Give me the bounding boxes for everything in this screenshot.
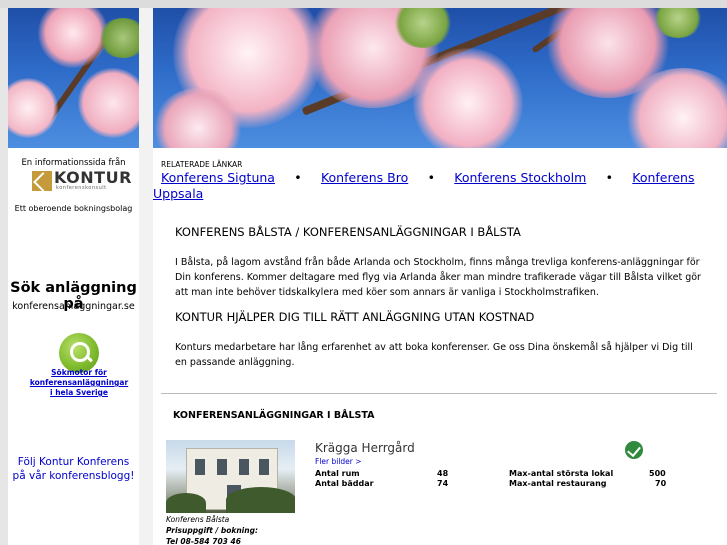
header-photo-left (8, 8, 139, 148)
magnifier-icon[interactable] (59, 333, 99, 373)
beds-label: Antal bäddar (315, 479, 374, 488)
blossom (78, 68, 139, 138)
search-link-line: i hela Sverige (50, 388, 108, 397)
venue-caption: Konferens Bålsta Prisuppgift / bokning: … (166, 514, 306, 545)
blossom (8, 78, 58, 138)
window (259, 459, 269, 475)
sidebar: En informationssida från KONTUR konferen… (8, 148, 139, 545)
bush (166, 493, 206, 513)
related-link-stockholm[interactable]: Konferens Stockholm (454, 170, 586, 185)
leaf (98, 18, 139, 58)
max-room-value: 500 (649, 469, 666, 478)
kontur-logo[interactable]: KONTUR konferenskonsult (32, 168, 132, 193)
bullet: • (427, 170, 435, 185)
help-paragraph: Konturs medarbetare har lång erfarenhet … (175, 342, 693, 368)
related-links-title: RELATERADE LÄNKAR (161, 160, 243, 169)
window (239, 459, 249, 475)
blog-link-line: på vår konferensblogg! (12, 470, 135, 482)
caption-place: Konferens Bålsta (166, 515, 230, 524)
search-engine-link[interactable]: Sökmotor för konferensanläggningar i hel… (24, 368, 134, 398)
info-from-text: En informationssida från (21, 158, 126, 168)
window (217, 459, 227, 475)
blossom (413, 48, 523, 148)
caption-price: Prisuppgift / bokning: (166, 526, 258, 535)
venue-name-link[interactable]: Krägga Herrgård (315, 441, 415, 455)
max-rest-label: Max-antal restaurang (509, 479, 607, 488)
rooms-label: Antal rum (315, 469, 360, 478)
main-content: RELATERADE LÄNKAR Konferens Sigtuna • Konf… (153, 148, 727, 545)
independent-text: Ett oberoende bokningsbolag (14, 204, 133, 213)
related-links: Konferens Sigtuna • Konferens Bro • Konferen… (153, 170, 727, 202)
beds-value: 74 (437, 479, 449, 488)
heading-konferens-balsta: KONFERENS BÅLSTA / KONFERENSANLÄGGNINGAR… (175, 225, 521, 239)
rooms-value: 48 (437, 469, 449, 478)
search-site: konferensanläggningar.se (12, 301, 135, 312)
column-separator (139, 8, 153, 545)
related-link-bro[interactable]: Konferens Bro (321, 170, 408, 185)
logo-subtext: konferenskonsult (56, 185, 107, 191)
bullet: • (605, 170, 613, 185)
max-rest-value: 70 (655, 479, 667, 488)
bush (226, 487, 295, 513)
bullet: • (294, 170, 302, 185)
blog-link-line: Följ Kontur Konferens (17, 456, 130, 468)
caption-phone: Tel 08-584 703 46 (166, 537, 241, 545)
header-photo-right (153, 8, 727, 148)
window (195, 459, 205, 475)
max-room-label: Max-antal största lokal (509, 469, 614, 478)
search-link-line: konferensanläggningar (29, 378, 129, 387)
search-link-line: Sökmotor för (51, 368, 107, 377)
swan-ecolabel-icon (625, 441, 643, 459)
related-link-sigtuna[interactable]: Konferens Sigtuna (161, 170, 275, 185)
left-edge (0, 8, 8, 545)
venue-list-heading: KONFERENSANLÄGGNINGAR I BÅLSTA (173, 410, 375, 421)
more-pictures-link[interactable]: Fler bilder > (315, 457, 362, 466)
page: En informationssida från KONTUR konferen… (0, 0, 727, 545)
divider (161, 393, 717, 394)
kontur-logo-mark-icon (32, 171, 52, 191)
venue-photo[interactable] (166, 440, 295, 513)
intro-paragraph: I Bålsta, på lagom avstånd från både Arl… (175, 257, 701, 298)
blog-link[interactable]: Följ Kontur Konferens på vår konferensbl… (8, 455, 139, 483)
top-band (0, 0, 727, 8)
magnifier-handle (85, 354, 93, 363)
heading-kontur-help: KONTUR HJÄLPER DIG TILL RÄTT ANLÄGGNING … (175, 310, 535, 324)
